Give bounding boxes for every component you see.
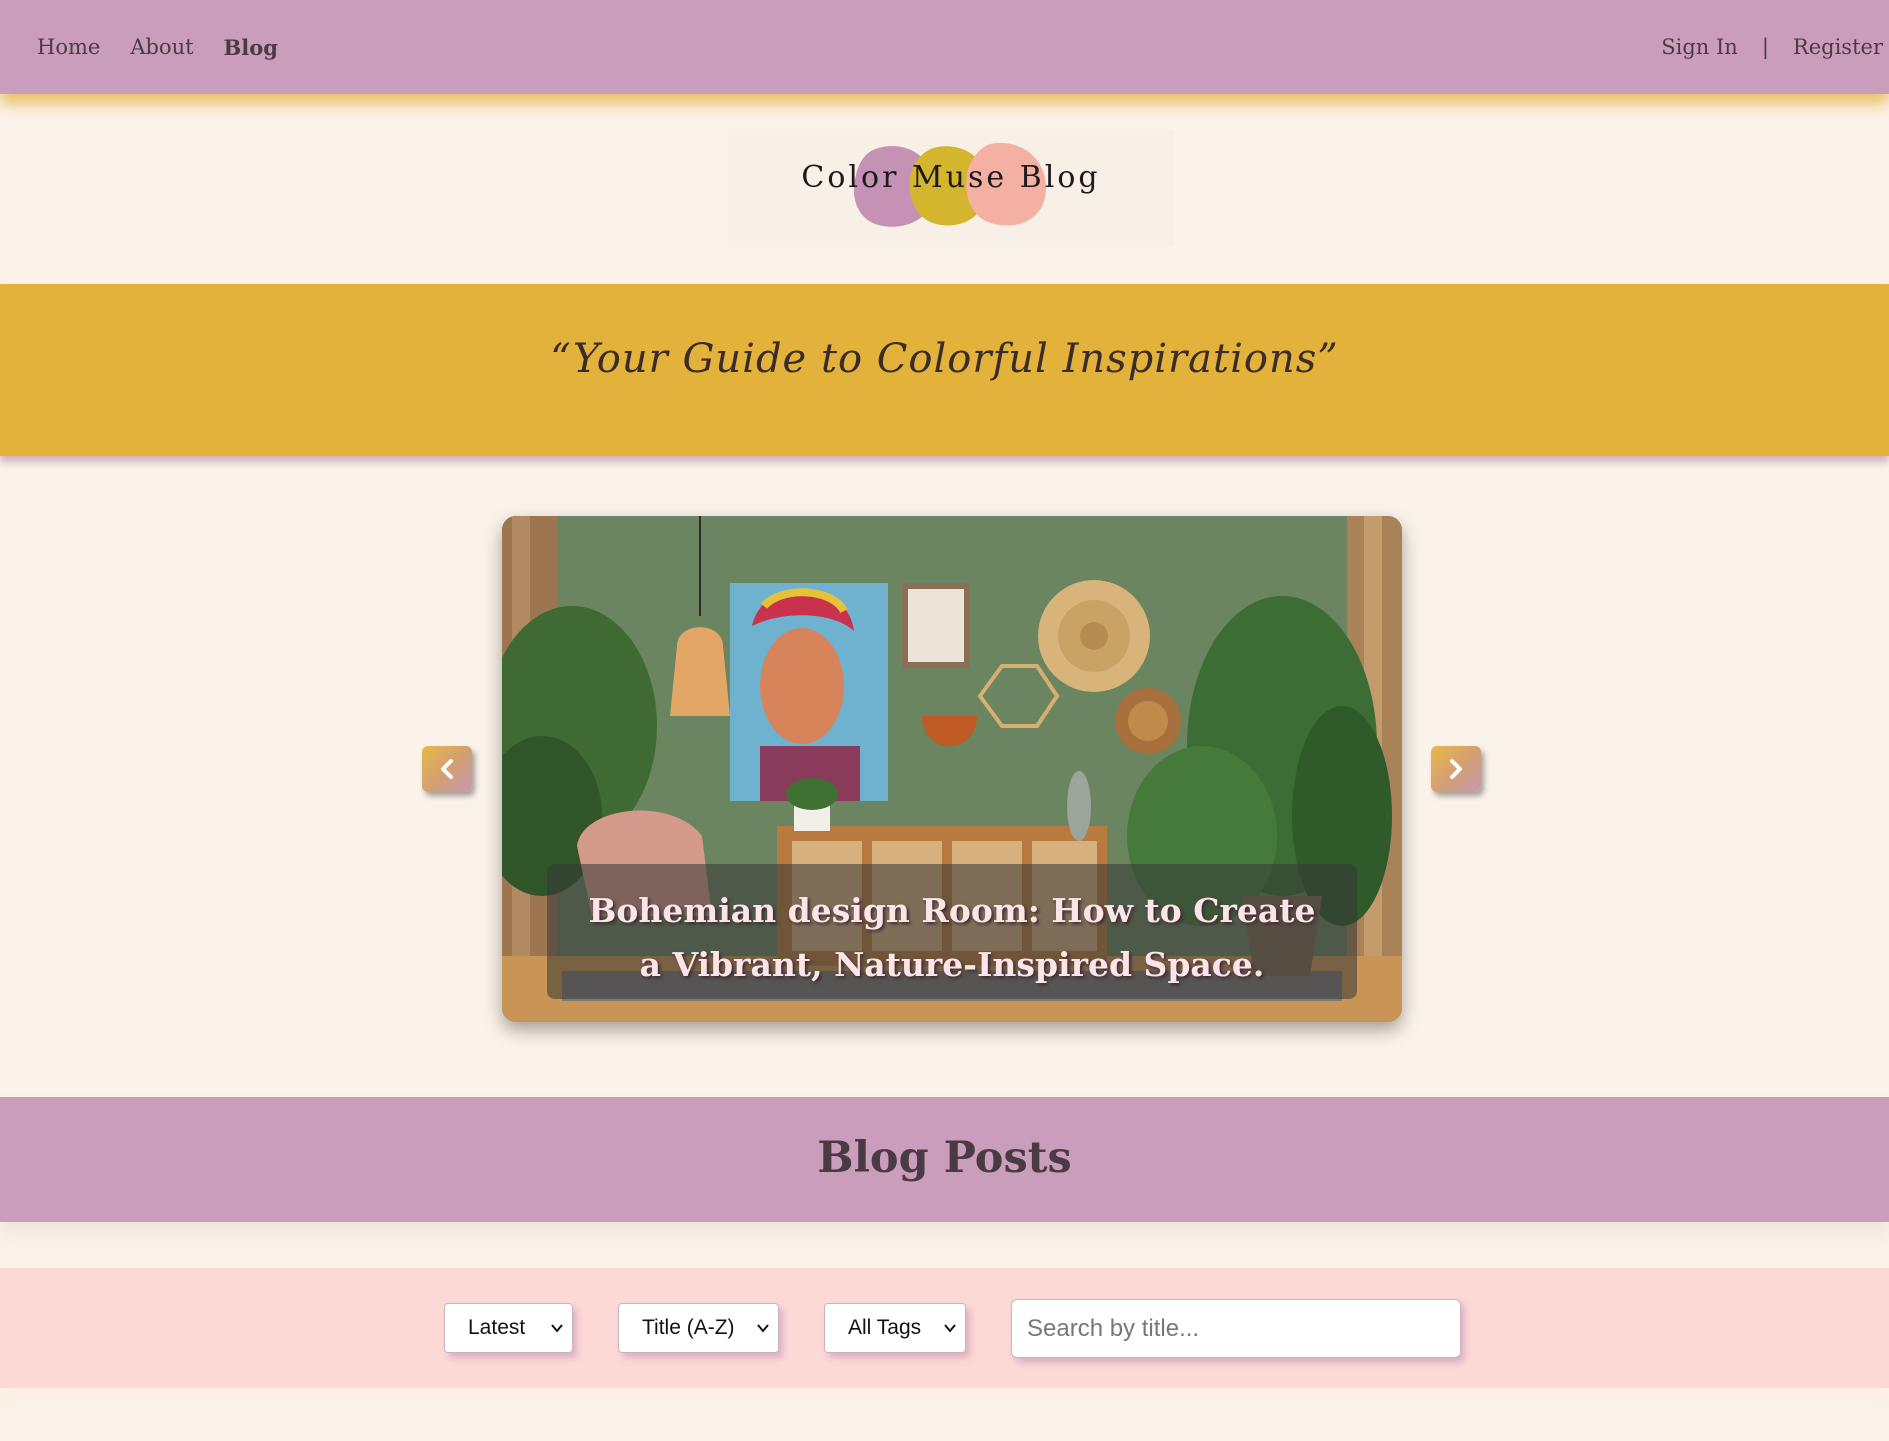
blog-posts-title: Blog Posts (817, 1133, 1072, 1183)
top-navbar: Home About Blog Sign In | Register (0, 0, 1889, 94)
chevron-down-icon (757, 1324, 769, 1333)
sort-date-value: Latest (468, 1316, 526, 1339)
tags-select[interactable]: All Tags (824, 1303, 966, 1353)
chevron-down-icon (944, 1324, 956, 1333)
nav-about-link[interactable]: About (130, 35, 193, 59)
sort-title-value: Title (A-Z) (642, 1316, 735, 1339)
nav-home-link[interactable]: Home (37, 35, 100, 59)
nav-left-group: Home About Blog (37, 0, 278, 94)
chevron-down-icon (551, 1324, 563, 1333)
carousel-caption-overlay: Bohemian design Room: How to Create a Vi… (547, 864, 1357, 999)
carousel-prev-button[interactable] (422, 746, 472, 792)
featured-carousel[interactable]: Bohemian design Room: How to Create a Vi… (502, 516, 1402, 1022)
site-logo[interactable]: Color Muse Blog (728, 130, 1174, 246)
tagline-banner: “Your Guide to Colorful Inspirations” (0, 284, 1889, 456)
register-link[interactable]: Register (1793, 35, 1883, 59)
chevron-left-icon (441, 759, 453, 779)
carousel-caption[interactable]: Bohemian design Room: How to Create a Vi… (577, 884, 1327, 992)
chevron-right-icon (1450, 759, 1462, 779)
sort-title-select[interactable]: Title (A-Z) (618, 1303, 779, 1353)
carousel-next-button[interactable] (1431, 746, 1481, 792)
filter-bar: Latest Title (A-Z) All Tags (0, 1268, 1889, 1388)
logo-text: Color Muse Blog (801, 160, 1101, 195)
sign-in-link[interactable]: Sign In (1661, 35, 1738, 59)
sort-date-select[interactable]: Latest (444, 1303, 573, 1353)
search-input[interactable] (1011, 1299, 1461, 1358)
tags-value: All Tags (848, 1316, 922, 1339)
nav-auth-group: Sign In | Register (1661, 0, 1883, 94)
nav-separator: | (1761, 35, 1769, 59)
tagline-text: “Your Guide to Colorful Inspirations” (550, 336, 1339, 382)
nav-blog-link[interactable]: Blog (224, 35, 278, 60)
blog-posts-header: Blog Posts (0, 1097, 1889, 1222)
